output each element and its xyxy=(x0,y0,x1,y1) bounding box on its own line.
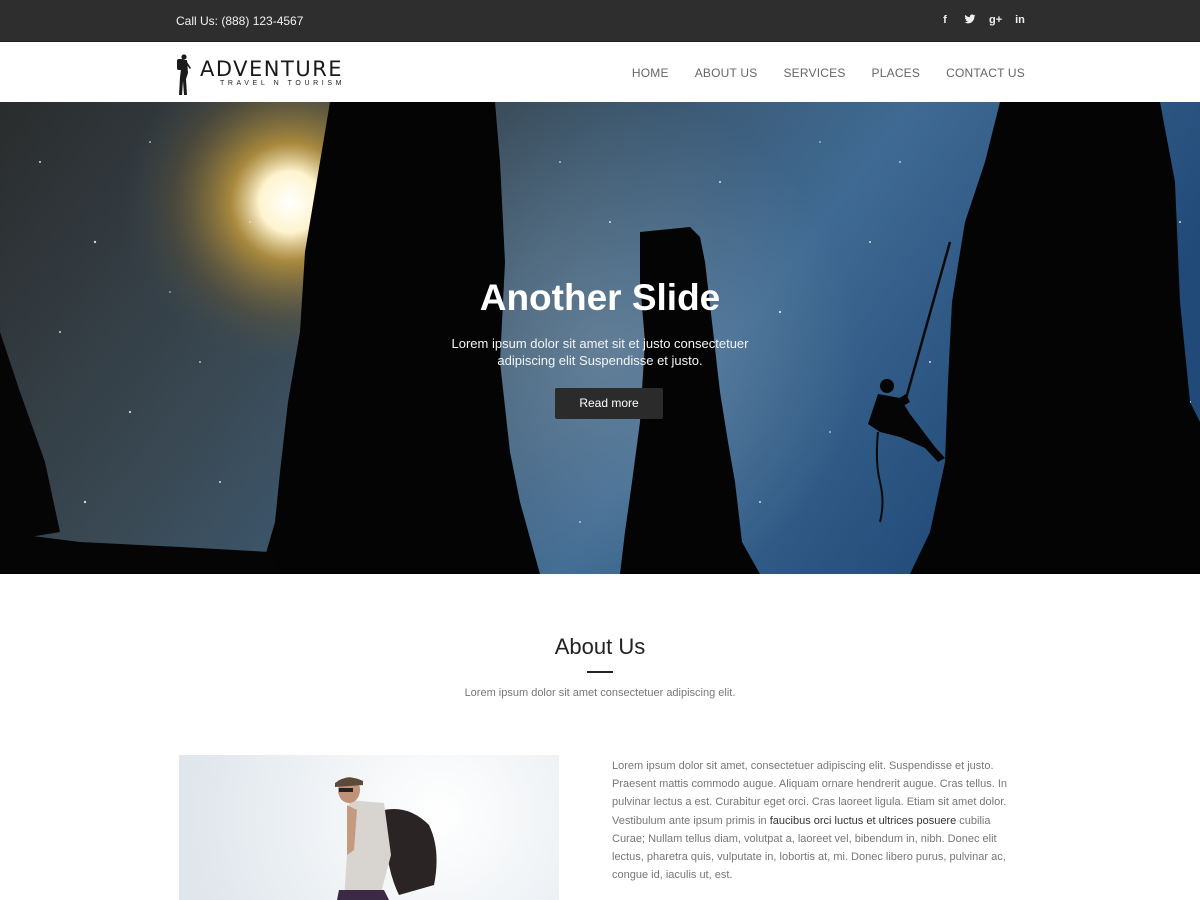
read-more-button[interactable]: Read more xyxy=(555,388,663,419)
social-links: f g+ in xyxy=(939,13,1026,27)
about-divider xyxy=(587,671,613,673)
nav-places[interactable]: PLACES xyxy=(872,66,921,80)
top-bar: Call Us: (888) 123-4567 f g+ in xyxy=(0,0,1200,42)
about-title: About Us xyxy=(554,634,646,659)
main-nav: HOME ABOUT US SERVICES PLACES CONTACT US xyxy=(606,66,1025,80)
facebook-icon[interactable]: f xyxy=(939,13,951,27)
hiker-logo-icon xyxy=(177,54,191,95)
nav-services[interactable]: SERVICES xyxy=(783,66,845,80)
nav-home[interactable]: HOME xyxy=(632,66,669,80)
hero-slider: Another Slide Lorem ipsum dolor sit amet… xyxy=(0,102,1200,574)
nav-about-us[interactable]: ABOUT US xyxy=(695,66,758,80)
about-image xyxy=(179,755,559,900)
google-plus-icon[interactable]: g+ xyxy=(989,13,1002,27)
linkedin-icon[interactable]: in xyxy=(1014,13,1026,27)
nav-contact-us[interactable]: CONTACT US xyxy=(946,66,1025,80)
twitter-icon[interactable] xyxy=(964,13,976,27)
about-paragraph-highlight: faucibus orci luctus et ultrices posuere xyxy=(769,814,957,827)
about-subtitle: Lorem ipsum dolor sit amet consectetuer … xyxy=(464,687,736,699)
logo-tagline: TRAVEL N TOURISM xyxy=(220,80,346,87)
site-logo[interactable]: ADVENTURE TRAVEL N TOURISM xyxy=(174,53,345,97)
hero-title: Another Slide xyxy=(479,277,721,318)
phone-number: Call Us: (888) 123-4567 xyxy=(176,14,304,28)
hiker-photo xyxy=(179,755,559,900)
hero-text: Lorem ipsum dolor sit amet sit et justo … xyxy=(451,336,749,368)
about-paragraph: Lorem ipsum dolor sit amet, consectetuer… xyxy=(612,757,1024,884)
logo-brand: ADVENTURE xyxy=(200,57,344,81)
site-header: ADVENTURE TRAVEL N TOURISM HOME ABOUT US… xyxy=(0,42,1200,102)
